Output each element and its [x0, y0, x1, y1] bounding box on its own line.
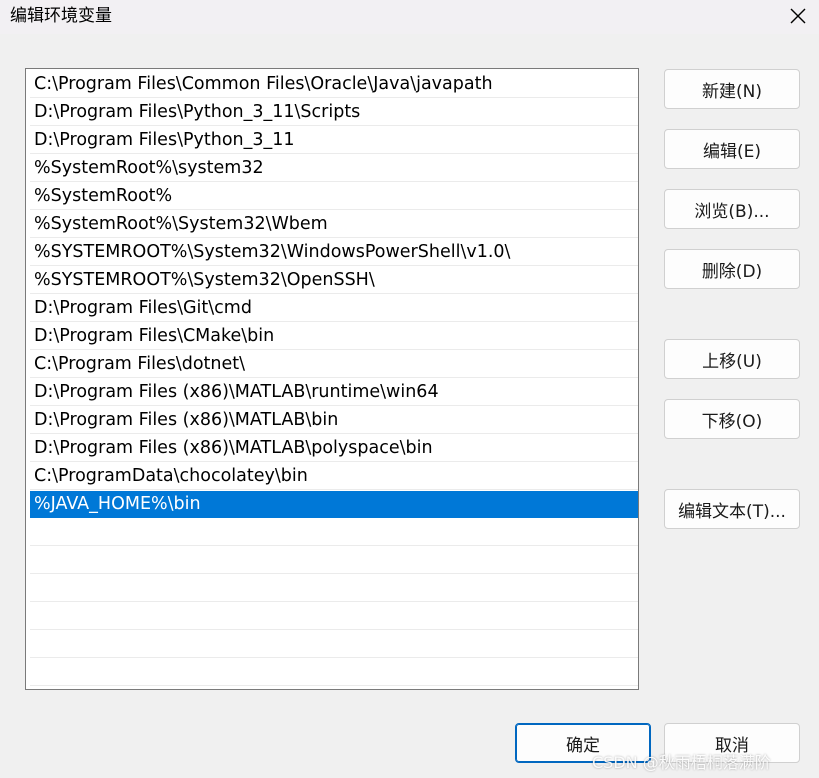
path-list-item[interactable]: D:\Program Files (x86)\MATLAB\runtime\wi…: [30, 379, 638, 406]
path-list-empty-row[interactable]: [30, 631, 638, 658]
path-list-item[interactable]: C:\Program Files\Common Files\Oracle\Jav…: [30, 71, 638, 98]
path-list-empty-row[interactable]: [30, 659, 638, 686]
path-list-item[interactable]: D:\Program Files\CMake\bin: [30, 323, 638, 350]
edit-text-button[interactable]: 编辑文本(T)...: [664, 489, 800, 529]
path-list-empty-row[interactable]: [30, 603, 638, 630]
edit-env-var-dialog: 编辑环境变量 C:\Program Files\Common Files\Ora…: [0, 0, 819, 778]
path-list-item[interactable]: C:\ProgramData\chocolatey\bin: [30, 463, 638, 490]
move-down-button[interactable]: 下移(O): [664, 399, 800, 439]
path-list-empty-row[interactable]: [30, 575, 638, 602]
path-list-empty-row[interactable]: [30, 547, 638, 574]
path-list-item[interactable]: D:\Program Files (x86)\MATLAB\bin: [30, 407, 638, 434]
new-button[interactable]: 新建(N): [664, 69, 800, 109]
path-list-item[interactable]: %JAVA_HOME%\bin: [30, 491, 638, 518]
edit-button[interactable]: 编辑(E): [664, 129, 800, 169]
path-list-item[interactable]: D:\Program Files\Git\cmd: [30, 295, 638, 322]
delete-button[interactable]: 删除(D): [664, 249, 800, 289]
close-icon: [790, 8, 806, 24]
path-list-item[interactable]: %SystemRoot%: [30, 183, 638, 210]
path-list-empty-row[interactable]: [30, 519, 638, 546]
path-list-item[interactable]: D:\Program Files (x86)\MATLAB\polyspace\…: [30, 435, 638, 462]
path-list[interactable]: C:\Program Files\Common Files\Oracle\Jav…: [25, 68, 639, 690]
dialog-title: 编辑环境变量: [10, 6, 112, 26]
browse-button[interactable]: 浏览(B)...: [664, 189, 800, 229]
path-list-item[interactable]: D:\Program Files\Python_3_11\Scripts: [30, 99, 638, 126]
path-list-item[interactable]: %SystemRoot%\system32: [30, 155, 638, 182]
close-button[interactable]: [783, 2, 813, 30]
path-list-item[interactable]: %SYSTEMROOT%\System32\WindowsPowerShell\…: [30, 239, 638, 266]
move-up-button[interactable]: 上移(U): [664, 339, 800, 379]
path-list-item[interactable]: %SYSTEMROOT%\System32\OpenSSH\: [30, 267, 638, 294]
path-list-item[interactable]: %SystemRoot%\System32\Wbem: [30, 211, 638, 238]
path-list-item[interactable]: D:\Program Files\Python_3_11: [30, 127, 638, 154]
path-list-item[interactable]: C:\Program Files\dotnet\: [30, 351, 638, 378]
title-bar: 编辑环境变量: [0, 0, 819, 34]
watermark: CSDN @秋雨梧桐落满阶: [592, 753, 771, 772]
